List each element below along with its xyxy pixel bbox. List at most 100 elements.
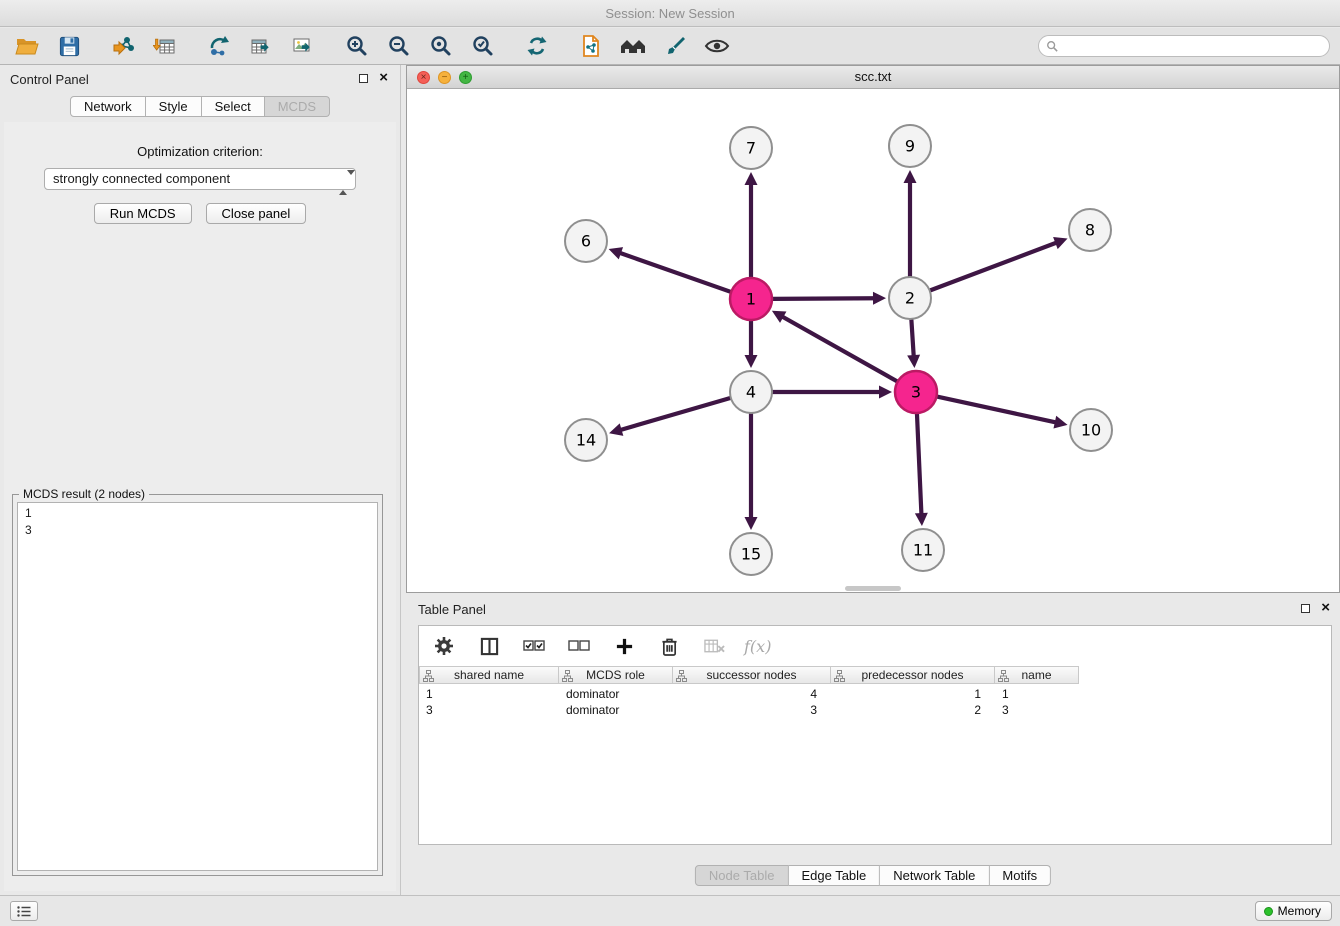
window-minimize-icon[interactable]: − xyxy=(438,71,451,84)
network-graph: 7968124314101511 xyxy=(407,90,1339,593)
create-column-button[interactable] xyxy=(609,631,639,661)
import-table-button[interactable] xyxy=(150,31,180,61)
edge-3-11[interactable] xyxy=(917,414,922,516)
table-cell[interactable]: 3 xyxy=(673,703,831,717)
arrowhead-3-10 xyxy=(1053,416,1067,429)
zoom-fit-button[interactable] xyxy=(426,31,456,61)
column-header-predecessor-nodes[interactable]: predecessor nodes xyxy=(831,666,995,684)
table-cell[interactable]: 3 xyxy=(419,703,559,717)
run-mcds-button[interactable]: Run MCDS xyxy=(94,203,192,224)
table-float-panel-icon[interactable] xyxy=(1301,604,1310,613)
function-builder-button[interactable]: f(x) xyxy=(744,637,771,656)
memory-button[interactable]: Memory xyxy=(1255,901,1332,921)
table-panel-tabs: Node Table Edge Table Network Table Moti… xyxy=(695,865,1051,886)
import-table-icon xyxy=(153,34,177,58)
select-all-columns-button[interactable] xyxy=(519,631,549,661)
close-panel-icon[interactable]: × xyxy=(379,69,388,87)
edge-4-14[interactable] xyxy=(619,398,730,430)
arrowhead-1-7 xyxy=(745,172,758,185)
column-header-shared-name[interactable]: shared name xyxy=(419,666,559,684)
tab-edge-table[interactable]: Edge Table xyxy=(788,865,880,886)
show-hide-button[interactable] xyxy=(702,31,732,61)
float-panel-icon[interactable] xyxy=(359,74,368,83)
column-label: predecessor nodes xyxy=(861,668,963,682)
export-image-button[interactable] xyxy=(288,31,318,61)
save-session-button[interactable] xyxy=(54,31,84,61)
column-edit-icon xyxy=(562,670,573,685)
delete-column-button[interactable] xyxy=(654,631,684,661)
list-icon xyxy=(17,906,31,917)
table-row[interactable]: 3dominator323 xyxy=(419,702,1331,718)
zoom-in-button[interactable] xyxy=(342,31,372,61)
style-brush-button[interactable] xyxy=(660,31,690,61)
zoom-out-button[interactable] xyxy=(384,31,414,61)
table-cell[interactable]: dominator xyxy=(559,703,673,717)
tab-mcds[interactable]: MCDS xyxy=(265,96,330,117)
edge-2-8[interactable] xyxy=(931,242,1059,290)
column-header-name[interactable]: name xyxy=(995,666,1079,684)
edge-1-2[interactable] xyxy=(773,298,876,299)
node-label-6: 6 xyxy=(581,232,591,251)
refresh-view-button[interactable] xyxy=(522,31,552,61)
table-cell[interactable]: 1 xyxy=(831,687,995,701)
tab-network-table[interactable]: Network Table xyxy=(880,865,989,886)
home-button[interactable] xyxy=(618,31,648,61)
table-settings-button[interactable] xyxy=(429,631,459,661)
arrowhead-1-2 xyxy=(873,292,886,305)
show-task-history-button[interactable] xyxy=(10,901,38,921)
edge-3-1[interactable] xyxy=(781,316,897,382)
new-network-button[interactable] xyxy=(204,31,234,61)
node-label-8: 8 xyxy=(1085,221,1095,240)
table-cell[interactable]: 4 xyxy=(673,687,831,701)
export-table-button[interactable] xyxy=(246,31,276,61)
unselect-all-columns-button[interactable] xyxy=(564,631,594,661)
close-panel-button[interactable]: Close panel xyxy=(206,203,307,224)
search-input[interactable] xyxy=(1062,37,1329,55)
mcds-panel-content: Optimization criterion: strongly connect… xyxy=(4,122,396,891)
column-header-successor-nodes[interactable]: successor nodes xyxy=(673,666,831,684)
memory-status-icon xyxy=(1264,907,1273,916)
zoom-selected-button[interactable] xyxy=(468,31,498,61)
network-document-button[interactable] xyxy=(576,31,606,61)
table-delete-icon xyxy=(704,638,725,654)
zoom-selected-icon xyxy=(471,34,495,58)
mcds-result-list[interactable]: 1 3 xyxy=(17,502,378,871)
tab-style[interactable]: Style xyxy=(146,96,202,117)
column-header-MCDS-role[interactable]: MCDS role xyxy=(559,666,673,684)
node-label-15: 15 xyxy=(741,545,761,564)
table-cell[interactable]: 1 xyxy=(995,687,1079,701)
column-label: successor nodes xyxy=(706,668,796,682)
column-label: name xyxy=(1021,668,1051,682)
tab-node-table[interactable]: Node Table xyxy=(695,865,789,886)
table-cell[interactable]: 2 xyxy=(831,703,995,717)
horizontal-scrollbar-thumb[interactable] xyxy=(845,586,901,591)
tab-motifs[interactable]: Motifs xyxy=(989,865,1051,886)
column-edit-icon xyxy=(423,670,434,685)
show-columns-button[interactable] xyxy=(474,631,504,661)
network-view-window: × − + scc.txt 7968124314101511 xyxy=(406,65,1340,593)
table-row[interactable]: 1dominator411 xyxy=(419,686,1331,702)
tab-network[interactable]: Network xyxy=(70,96,146,117)
refresh-icon xyxy=(525,34,549,58)
table-header-row: shared nameMCDS role successor nodes prede… xyxy=(419,666,1331,684)
table-cell[interactable]: 3 xyxy=(995,703,1079,717)
document-network-icon xyxy=(579,34,603,58)
edge-1-6[interactable] xyxy=(618,252,730,291)
arrowhead-4-15 xyxy=(745,517,758,530)
search-icon xyxy=(1046,40,1058,52)
node-label-3: 3 xyxy=(911,383,921,402)
table-close-panel-icon[interactable]: × xyxy=(1321,599,1330,617)
delete-table-button[interactable] xyxy=(699,631,729,661)
edge-2-3[interactable] xyxy=(911,320,913,358)
window-close-icon[interactable]: × xyxy=(417,71,430,84)
edge-3-10[interactable] xyxy=(937,397,1057,423)
arrowhead-2-3 xyxy=(907,355,920,368)
window-zoom-icon[interactable]: + xyxy=(459,71,472,84)
import-network-button[interactable] xyxy=(108,31,138,61)
network-canvas[interactable]: 7968124314101511 xyxy=(407,90,1339,592)
optimization-criterion-select[interactable]: strongly connected component xyxy=(44,168,356,190)
open-session-button[interactable] xyxy=(12,31,42,61)
table-cell[interactable]: dominator xyxy=(559,687,673,701)
table-cell[interactable]: 1 xyxy=(419,687,559,701)
tab-select[interactable]: Select xyxy=(202,96,265,117)
